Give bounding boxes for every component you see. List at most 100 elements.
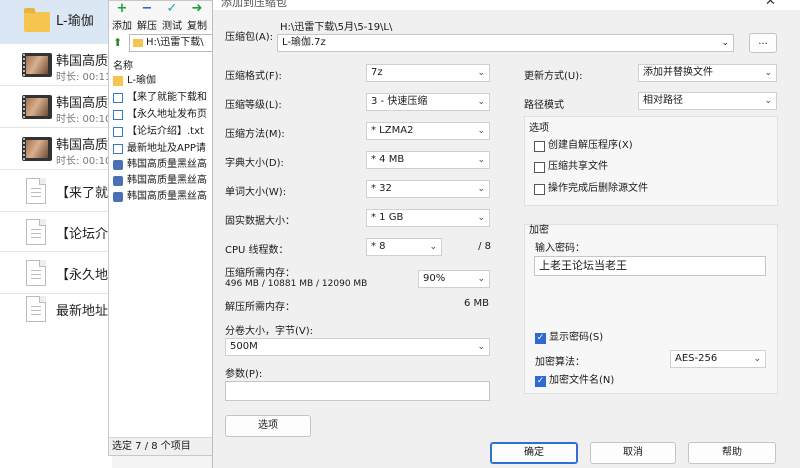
list-item[interactable]: 【来了就能 bbox=[0, 170, 112, 212]
text-file-icon bbox=[113, 110, 123, 120]
file-name: L-瑜伽 bbox=[127, 75, 157, 86]
test-icon: ✓ bbox=[166, 1, 178, 16]
checkbox-icon bbox=[534, 162, 545, 173]
compress-shared-label: 压缩共享文件 bbox=[548, 161, 608, 172]
archive-file-row[interactable]: 【永久地址发布页 bbox=[113, 107, 207, 122]
cpu-threads-total: / 8 bbox=[478, 241, 491, 252]
word-size-select[interactable]: * 32 ⌄ bbox=[366, 180, 490, 198]
list-item-title: 韩国高质 bbox=[56, 138, 109, 153]
parameters-label: 参数(P): bbox=[225, 369, 263, 380]
chevron-down-icon: ⌄ bbox=[764, 96, 772, 106]
chevron-down-icon: ⌄ bbox=[477, 155, 485, 165]
password-input[interactable]: 上老王论坛当老王 bbox=[534, 256, 766, 276]
password-label: 输入密码： bbox=[535, 243, 585, 254]
checkbox-icon bbox=[534, 141, 545, 152]
extract-button-label: 解压 bbox=[137, 21, 157, 32]
split-size-label: 分卷大小，字节(V): bbox=[225, 326, 314, 337]
cpu-threads-select[interactable]: * 8 ⌄ bbox=[366, 238, 442, 256]
list-item[interactable]: 韩国高质 时长: 00:10 bbox=[0, 86, 112, 128]
chevron-down-icon: ⌄ bbox=[477, 274, 485, 284]
extract-icon: − bbox=[141, 1, 153, 16]
list-item[interactable]: 韩国高质 时长: 00:10 bbox=[0, 128, 112, 170]
checkbox-icon bbox=[534, 184, 545, 195]
update-mode-select[interactable]: 添加并替换文件 ⌄ bbox=[638, 64, 777, 82]
solid-size-select[interactable]: * 1 GB ⌄ bbox=[366, 209, 490, 227]
parameters-input[interactable] bbox=[225, 381, 490, 401]
document-icon bbox=[26, 260, 46, 286]
add-button-label: 添加 bbox=[112, 21, 132, 32]
format-label: 压缩格式(F): bbox=[225, 71, 282, 82]
archive-file-row[interactable]: L-瑜伽 bbox=[113, 73, 156, 88]
split-size-input[interactable]: 500M ⌄ bbox=[225, 338, 490, 356]
options-group: 选项 创建自解压程序(X) 压缩共享文件 操作完成后删除源文件 bbox=[524, 116, 778, 206]
copy-button[interactable]: ➜ 复制 bbox=[185, 1, 209, 32]
list-item[interactable]: 韩国高质 时长: 00:11 bbox=[0, 44, 112, 86]
cancel-button[interactable]: 取消 bbox=[590, 442, 676, 464]
video-file-icon bbox=[113, 176, 123, 186]
chevron-down-icon: ⌄ bbox=[477, 126, 485, 136]
archive-directory: H:\迅雷下载\5月\5-19\L\ bbox=[280, 22, 393, 33]
list-item[interactable]: 【论坛介绍 bbox=[0, 212, 112, 252]
compress-shared-checkbox[interactable]: 压缩共享文件 bbox=[534, 160, 608, 176]
archive-file-row[interactable]: 【论坛介绍】.txt bbox=[113, 124, 204, 139]
document-icon bbox=[26, 178, 46, 204]
options-button[interactable]: 选项 bbox=[225, 415, 311, 437]
text-file-icon bbox=[113, 144, 123, 154]
archive-label: 压缩包(A): bbox=[225, 32, 274, 43]
chevron-down-icon: ⌄ bbox=[477, 68, 485, 78]
archive-file-row[interactable]: 最新地址及APP请 bbox=[113, 141, 206, 156]
close-icon[interactable]: ✕ bbox=[765, 0, 776, 9]
ok-button[interactable]: 确定 bbox=[490, 442, 578, 464]
document-icon bbox=[26, 296, 46, 322]
video-thumbnail-icon bbox=[22, 53, 52, 77]
archive-file-row[interactable]: 韩国高质量黑丝高 bbox=[113, 189, 207, 204]
file-name: 【来了就能下载和 bbox=[127, 92, 207, 103]
up-folder-icon[interactable]: ⬆ bbox=[113, 36, 122, 49]
add-button[interactable]: + 添加 bbox=[110, 2, 134, 32]
archive-name-value: L-瑜伽.7z bbox=[282, 37, 326, 48]
chevron-down-icon: ⌄ bbox=[721, 38, 729, 48]
encryption-group: 加密 输入密码： 上老王论坛当老王 ✓ 显示密码(S) 加密算法： AES-256… bbox=[524, 224, 778, 394]
folder-icon bbox=[24, 8, 50, 32]
solid-size-value: * 1 GB bbox=[371, 212, 404, 223]
delete-after-checkbox[interactable]: 操作完成后删除源文件 bbox=[534, 182, 648, 198]
format-select[interactable]: 7z ⌄ bbox=[366, 64, 490, 82]
encryption-method-select[interactable]: AES-256 ⌄ bbox=[670, 350, 766, 368]
dictionary-value: * 4 MB bbox=[371, 154, 405, 165]
chevron-down-icon: ⌄ bbox=[764, 68, 772, 78]
archive-manager-window: + 添加 − 解压 ✓ 测试 ➜ 复制 ⬆ H:\迅雷下载\ 名称 L-瑜伽 【… bbox=[108, 0, 216, 456]
test-button-label: 测试 bbox=[162, 21, 182, 32]
list-item[interactable]: 【永久地址 bbox=[0, 252, 112, 294]
method-select[interactable]: * LZMA2 ⌄ bbox=[366, 122, 490, 140]
column-header-name[interactable]: 名称 bbox=[113, 57, 133, 72]
help-button[interactable]: 帮助 bbox=[688, 442, 776, 464]
delete-after-label: 操作完成后删除源文件 bbox=[548, 183, 648, 194]
copy-icon: ➜ bbox=[191, 1, 203, 16]
path-mode-label: 路径模式 bbox=[524, 100, 564, 111]
extract-button[interactable]: − 解压 bbox=[135, 1, 159, 32]
memory-percent-select[interactable]: 90% ⌄ bbox=[418, 270, 490, 288]
chevron-down-icon: ⌄ bbox=[477, 213, 485, 223]
level-select[interactable]: 3 - 快速压缩 ⌄ bbox=[366, 93, 490, 111]
archive-name-input[interactable]: L-瑜伽.7z ⌄ bbox=[277, 34, 734, 52]
create-sfx-checkbox[interactable]: 创建自解压程序(X) bbox=[534, 139, 633, 155]
list-item-title: 韩国高质 bbox=[56, 54, 109, 69]
file-name: 【论坛介绍】.txt bbox=[127, 126, 204, 137]
show-password-checkbox[interactable]: ✓ 显示密码(S) bbox=[535, 331, 603, 347]
test-button[interactable]: ✓ 测试 bbox=[160, 1, 184, 32]
dictionary-select[interactable]: * 4 MB ⌄ bbox=[366, 151, 490, 169]
archive-path-input[interactable]: H:\迅雷下载\ bbox=[129, 34, 215, 52]
list-item[interactable]: L-瑜伽 bbox=[0, 0, 112, 44]
text-file-icon bbox=[113, 93, 123, 103]
list-item-title: 【来了就能 bbox=[56, 186, 112, 201]
dialog-title: 添加到压缩包 bbox=[221, 0, 287, 9]
archive-file-row[interactable]: 韩国高质量黑丝高 bbox=[113, 157, 207, 172]
browse-button[interactable]: ... bbox=[749, 33, 777, 53]
archive-file-row[interactable]: 【来了就能下载和 bbox=[113, 90, 207, 105]
list-item[interactable]: 最新地址上 bbox=[0, 294, 112, 334]
encrypt-names-checkbox[interactable]: ✓ 加密文件名(N) bbox=[535, 374, 614, 390]
path-mode-value: 相对路径 bbox=[643, 95, 683, 106]
archive-file-row[interactable]: 韩国高质量黑丝高 bbox=[113, 173, 207, 188]
path-mode-select[interactable]: 相对路径 ⌄ bbox=[638, 92, 777, 110]
list-item-duration: 时长: 00:10 bbox=[56, 156, 112, 167]
